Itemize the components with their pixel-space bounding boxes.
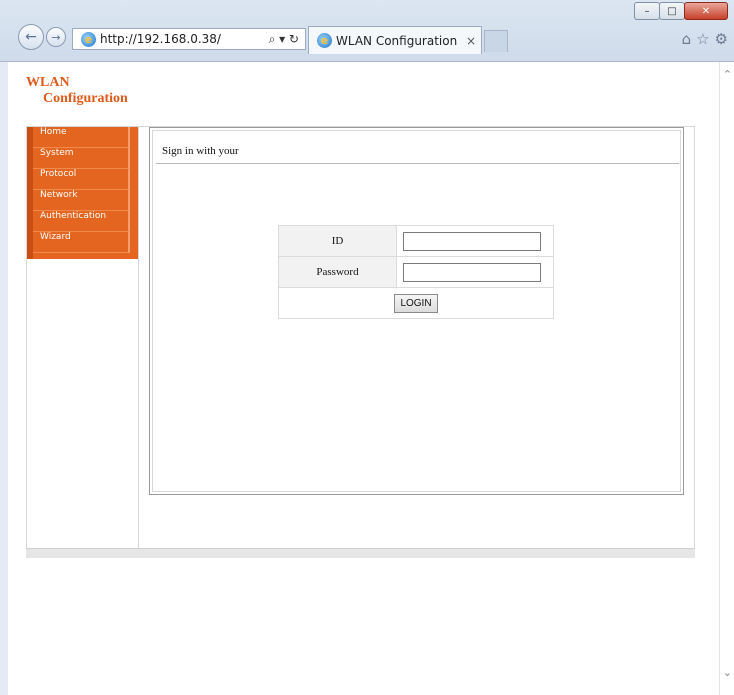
favorites-star-icon[interactable]: ☆ [696,30,709,48]
sidebar-item-system[interactable]: System [33,148,130,169]
arrow-right-icon: → [51,30,61,44]
maximize-button[interactable]: □ [659,2,685,20]
ie-logo-icon: e [317,33,332,48]
sidebar-item-wizard[interactable]: Wizard [33,232,130,253]
window-left-border [0,62,8,695]
sidebar-item-authentication[interactable]: Authentication [33,211,130,232]
button-cell: LOGIN [278,287,554,319]
id-label: ID [278,225,397,257]
new-tab-button[interactable] [484,30,508,52]
password-input[interactable] [403,262,541,282]
sidebar-item-network[interactable]: Network [33,190,130,211]
id-field-cell [396,225,554,257]
login-button[interactable]: LOGIN [394,293,438,313]
sidebar-item-home[interactable]: Home [33,127,130,148]
window-controls: – □ ✕ [634,2,728,20]
address-bar[interactable]: e http://192.168.0.38/ ⌕ ▾ ↻ [72,28,306,50]
page-title-line1: WLAN [26,75,70,90]
password-label: Password [278,256,397,288]
minimize-button[interactable]: – [634,2,660,20]
close-window-button[interactable]: ✕ [684,2,728,20]
back-button[interactable]: ← [18,24,44,50]
settings-gear-icon[interactable]: ⚙ [715,30,728,48]
heading-divider [156,163,679,164]
forward-button[interactable]: → [46,27,66,47]
arrow-left-icon: ← [25,29,37,45]
button-row: LOGIN [278,287,554,319]
sidebar-item-protocol[interactable]: Protocol [33,169,130,190]
id-row: ID [278,225,554,257]
frame-bottom-bar [26,548,695,558]
browser-right-icons: ⌂ ☆ ⚙ [682,30,728,48]
page-title: WLAN Configuration [26,75,128,107]
vertical-scrollbar[interactable] [719,62,734,695]
tab-wlan-configuration[interactable]: e WLAN Configuration × [308,26,482,54]
browser-toolbar: – □ ✕ ← → e http://192.168.0.38/ ⌕ ▾ ↻ e… [0,0,734,62]
login-form-table: ID Password LOGIN [278,225,554,319]
password-field-cell [396,256,554,288]
sidebar-menu: Home System Protocol Network Authenticat… [27,127,138,259]
close-tab-icon[interactable]: × [461,34,481,48]
scroll-up-icon[interactable]: ⌃ [723,68,732,81]
id-input[interactable] [403,231,541,251]
tab-title: WLAN Configuration [336,33,458,48]
address-text[interactable]: http://192.168.0.38/ [100,32,269,46]
scroll-down-icon[interactable]: ⌄ [723,666,732,679]
password-row: Password [278,256,554,288]
search-refresh-icons[interactable]: ⌕ ▾ ↻ [269,32,305,47]
ie-logo-icon: e [81,31,96,47]
home-icon[interactable]: ⌂ [682,30,692,48]
page-title-line2: Configuration [43,91,128,106]
login-panel: Sign in with your ID Password LOGIN [149,127,684,495]
frame-separator [138,126,139,552]
signin-heading: Sign in with your [162,145,239,157]
